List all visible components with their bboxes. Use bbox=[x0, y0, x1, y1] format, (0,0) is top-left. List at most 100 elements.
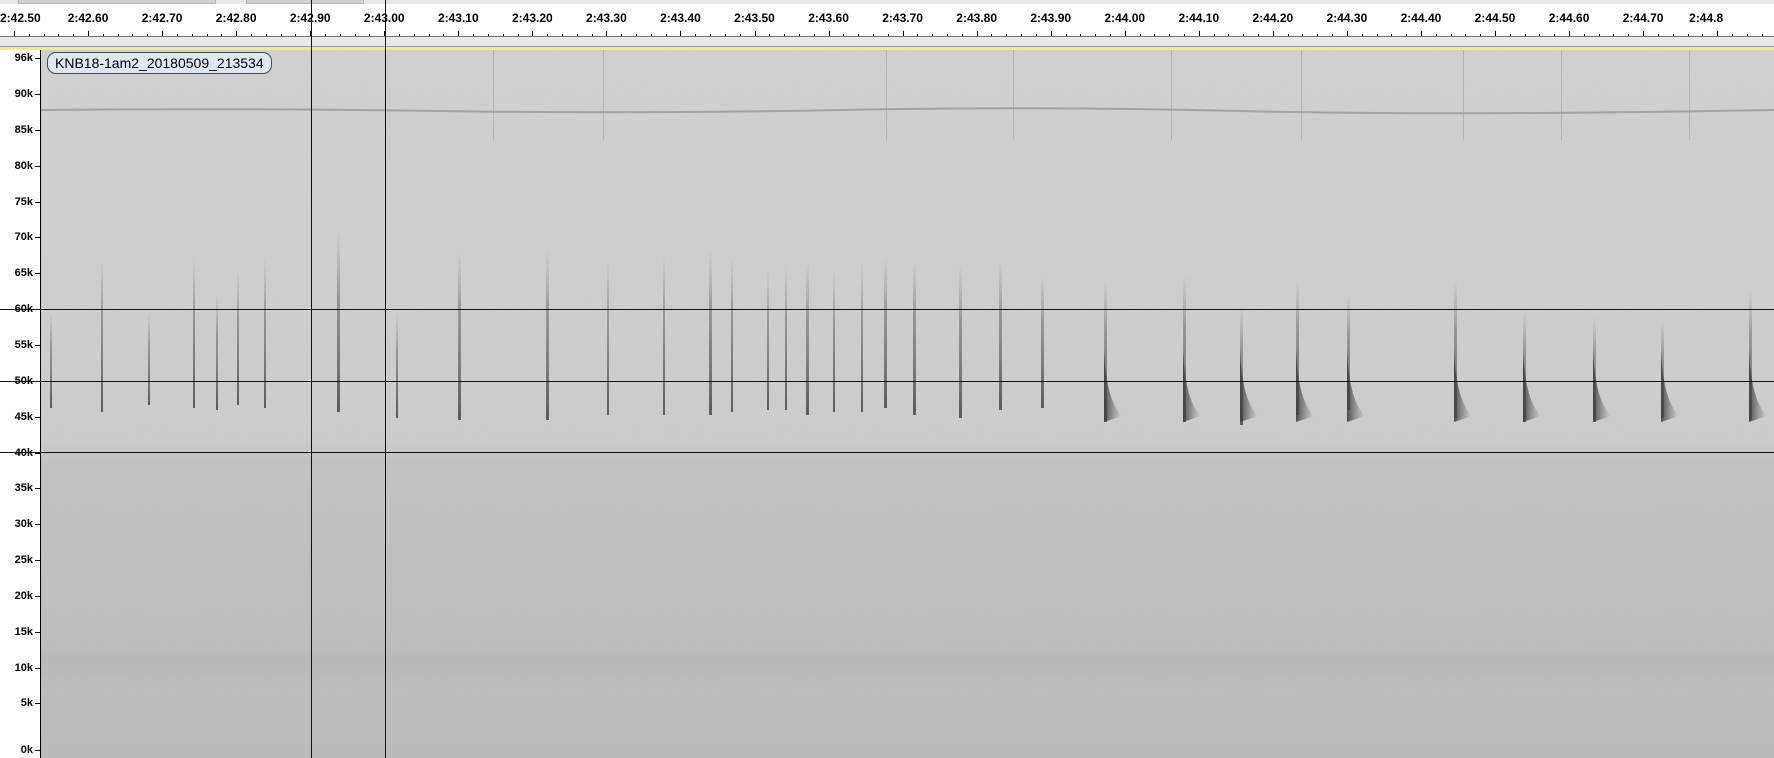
time-label: 2:44.40 bbox=[1400, 11, 1442, 25]
frequency-tick bbox=[35, 273, 40, 275]
time-label: 2:42.60 bbox=[67, 11, 109, 25]
frequency-tick bbox=[35, 560, 40, 562]
frequency-label: 85k bbox=[14, 123, 33, 136]
frequency-tick bbox=[35, 595, 40, 597]
frequency-tick bbox=[35, 416, 40, 418]
call-streak bbox=[806, 262, 809, 415]
frequency-tick bbox=[35, 58, 40, 59]
call-streak bbox=[731, 255, 733, 412]
frequency-tick bbox=[35, 201, 40, 203]
faint-streak bbox=[886, 50, 887, 140]
frequency-label: 80k bbox=[14, 159, 33, 172]
time-label: 2:44.00 bbox=[1104, 11, 1146, 25]
gridline-40k bbox=[0, 452, 1774, 453]
time-label: 2:43.30 bbox=[586, 11, 627, 25]
frequency-tick bbox=[35, 129, 40, 131]
frequency-label: 15k bbox=[14, 625, 33, 638]
call-streak bbox=[101, 258, 103, 412]
frequency-tick bbox=[35, 667, 40, 669]
time-label: 2:43.80 bbox=[956, 11, 997, 25]
call-streak bbox=[50, 312, 52, 408]
call-streak bbox=[959, 265, 962, 418]
faint-streak bbox=[1689, 50, 1690, 140]
frequency-label: 75k bbox=[14, 195, 33, 208]
time-ruler[interactable]: 2:42.502:42.602:42.702:42.802:42.902:43.… bbox=[0, 4, 1774, 37]
faint-streak bbox=[1301, 50, 1302, 140]
frequency-label: 90k bbox=[14, 88, 33, 100]
frequency-label: 65k bbox=[14, 267, 33, 280]
call-streak bbox=[861, 262, 863, 412]
frequency-label: 55k bbox=[14, 338, 33, 351]
frequency-tick bbox=[35, 488, 40, 490]
time-label: 2:43.40 bbox=[660, 11, 701, 25]
time-label: 2:44.20 bbox=[1252, 11, 1294, 25]
faint-streak bbox=[1561, 50, 1562, 140]
time-label: 2:43.90 bbox=[1030, 11, 1072, 25]
spectrogram-image bbox=[41, 50, 1774, 758]
call-streak bbox=[1041, 275, 1044, 408]
time-label: 2:44.60 bbox=[1548, 11, 1590, 25]
faint-streak bbox=[1171, 50, 1172, 140]
time-label: 2:43.60 bbox=[808, 11, 849, 25]
faint-streak bbox=[603, 50, 604, 140]
time-label: 2:44.70 bbox=[1622, 11, 1664, 25]
call-streak bbox=[833, 270, 835, 412]
call-streak bbox=[337, 230, 340, 412]
gridline-50k bbox=[0, 381, 1774, 382]
frequency-tick bbox=[35, 344, 40, 346]
faint-streak bbox=[1013, 50, 1014, 140]
time-label: 2:43.10 bbox=[437, 11, 479, 25]
time-label: 2:43.70 bbox=[882, 11, 923, 25]
call-streak bbox=[607, 262, 609, 415]
frequency-tick bbox=[35, 703, 40, 705]
faint-streak bbox=[493, 50, 494, 140]
call-streak bbox=[148, 312, 150, 405]
frequency-tick bbox=[35, 94, 40, 95]
cursor-line[interactable] bbox=[385, 0, 386, 758]
call-streak bbox=[396, 312, 398, 418]
frequency-label: 5k bbox=[20, 697, 33, 710]
frequency-label: 20k bbox=[14, 589, 33, 602]
frequency-tick bbox=[35, 631, 40, 633]
frequency-label: 70k bbox=[14, 231, 33, 244]
call-streak bbox=[767, 270, 769, 410]
frequency-label: 30k bbox=[14, 518, 33, 531]
call-streak bbox=[458, 250, 461, 420]
time-label: 2:42.70 bbox=[141, 11, 183, 25]
time-label: 2:43.20 bbox=[511, 11, 553, 25]
cursor-line[interactable] bbox=[311, 0, 312, 758]
frequency-tick bbox=[35, 237, 40, 239]
call-streak bbox=[193, 258, 195, 408]
track-name-label[interactable]: KNB18-1am2_20180509_213534 bbox=[47, 52, 272, 74]
call-streak bbox=[884, 258, 887, 408]
frequency-tick bbox=[35, 524, 40, 526]
time-label: 2:42.50 bbox=[0, 11, 41, 25]
frequency-label: 96k bbox=[14, 52, 33, 64]
time-label: 2:44.30 bbox=[1326, 11, 1368, 25]
time-label: 2:44.8 bbox=[1689, 11, 1724, 25]
call-streak bbox=[237, 270, 239, 405]
call-streak bbox=[709, 250, 712, 415]
frequency-tick bbox=[35, 165, 40, 167]
call-streak bbox=[785, 265, 787, 410]
call-streak bbox=[546, 250, 549, 420]
frequency-label: 45k bbox=[14, 410, 33, 423]
gridline-60k bbox=[0, 309, 1774, 310]
time-label: 2:42.80 bbox=[215, 11, 257, 25]
time-label: 2:43.50 bbox=[734, 11, 775, 25]
call-streak bbox=[913, 260, 916, 415]
frequency-axis: 96k 90k 85k 80k 75k 70k 65k 60k 55k 50k 45k 40k 35k 3… bbox=[0, 50, 41, 758]
time-label: 2:44.10 bbox=[1178, 11, 1220, 25]
spectrogram[interactable] bbox=[41, 50, 1774, 758]
frequency-label: 35k bbox=[14, 482, 33, 495]
faint-streak bbox=[1463, 50, 1464, 140]
track-control-bar[interactable] bbox=[0, 37, 1774, 47]
frequency-label: 0k bbox=[20, 744, 33, 756]
frequency-label: 10k bbox=[14, 661, 33, 674]
call-streak bbox=[663, 255, 665, 415]
frequency-label: 25k bbox=[14, 554, 33, 567]
call-streak bbox=[264, 258, 266, 408]
call-streak bbox=[999, 260, 1002, 410]
frequency-tick bbox=[35, 750, 40, 751]
time-label: 2:44.50 bbox=[1474, 11, 1516, 25]
